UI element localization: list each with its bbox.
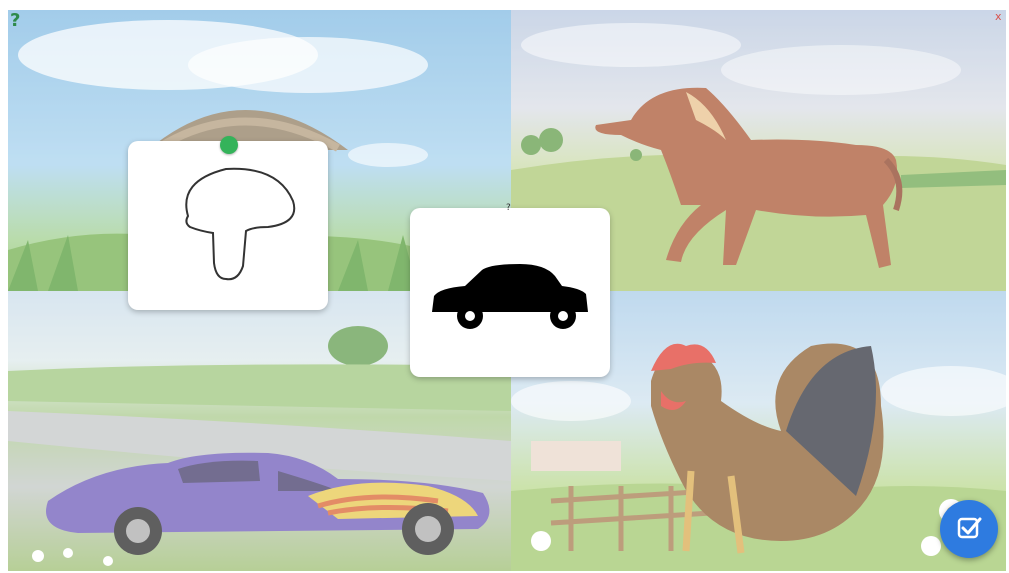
mushroom-card[interactable] [128,141,328,310]
placed-pin-icon [220,136,238,154]
car-silhouette-icon [432,264,588,329]
mushroom-outline-icon [185,167,296,281]
game-board: ? [8,10,1006,571]
check-icon [957,517,982,539]
unplaced-marker: ? [506,203,511,213]
check-button[interactable] [940,500,998,558]
svg-text:?: ? [10,10,20,30]
close-button[interactable]: x [995,10,1002,23]
car-card[interactable] [410,208,610,377]
help-icon[interactable]: ? [7,8,27,31]
